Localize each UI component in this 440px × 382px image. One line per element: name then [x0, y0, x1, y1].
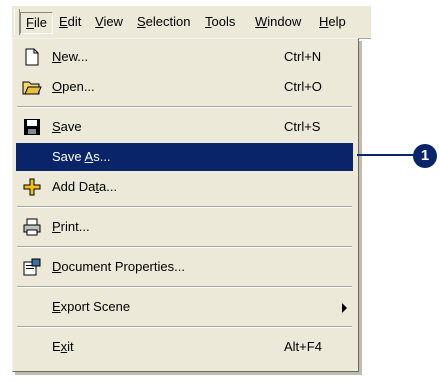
menu-item-export-scene[interactable]: Export Scene	[16, 293, 353, 321]
menu-item-label: Add Data...	[52, 179, 118, 194]
menu-selection-mnemonic: S	[137, 14, 146, 29]
menu-item-exit[interactable]: Exit Alt+F4	[16, 333, 353, 361]
menu-item-label: Save As...	[52, 149, 111, 164]
shortcut-label: Alt+F4	[284, 339, 322, 354]
menu-item-label: New...	[52, 49, 89, 64]
menu-item-label: Exit	[52, 339, 74, 354]
menu-edit-mnemonic: E	[59, 14, 68, 29]
menu-window-rest: indow	[267, 14, 302, 29]
menu-item-save-as[interactable]: Save As...	[16, 143, 353, 171]
menu-file-rest: ile	[33, 15, 47, 30]
menu-tools-rest: ools	[211, 14, 236, 29]
menu-item-save[interactable]: Save Ctrl+S	[16, 113, 353, 141]
menu-help-mnemonic: H	[319, 14, 329, 29]
menu-separator	[17, 106, 352, 108]
open-folder-icon	[22, 77, 42, 97]
menu-separator	[17, 286, 352, 288]
new-document-icon	[22, 47, 42, 67]
menu-item-label: Print...	[52, 219, 90, 234]
menu-item-label: Document Properties...	[52, 259, 185, 274]
save-disk-icon	[22, 117, 42, 137]
menu-edit-rest: dit	[67, 14, 82, 29]
menu-separator	[17, 246, 352, 248]
menu-item-add-data[interactable]: Add Data...	[16, 173, 353, 201]
menu-item-print[interactable]: Print...	[16, 213, 353, 241]
file-menu-dropdown: New... Ctrl+N Open... Ctrl+O Save Ctrl+S…	[12, 38, 359, 372]
menu-item-open[interactable]: Open... Ctrl+O	[16, 73, 353, 101]
menu-window-mnemonic: W	[255, 14, 268, 29]
add-data-icon	[22, 177, 42, 197]
menu-item-new[interactable]: New... Ctrl+N	[16, 43, 353, 71]
menu-selection-rest: election	[145, 14, 191, 29]
document-properties-icon	[22, 257, 42, 277]
shortcut-label: Ctrl+N	[284, 49, 322, 64]
menu-edit[interactable]: Edit	[54, 12, 86, 32]
menu-selection[interactable]: Selection	[132, 12, 195, 32]
menu-item-document-properties[interactable]: Document Properties...	[16, 253, 353, 281]
shortcut-label: Ctrl+O	[284, 79, 322, 94]
menu-file-mnemonic: F	[26, 15, 34, 30]
callout-number: 1	[413, 144, 437, 168]
menu-item-label: Save	[52, 119, 82, 134]
submenu-arrow-icon	[342, 303, 347, 313]
menu-help-rest: elp	[328, 14, 346, 29]
menu-window[interactable]: Window	[250, 12, 306, 32]
menu-help[interactable]: Help	[314, 12, 351, 32]
menu-view[interactable]: View	[90, 12, 128, 32]
printer-icon	[22, 217, 42, 237]
menu-bar: File Edit View Selection Tools Window He…	[12, 6, 371, 39]
callout-leader-line	[357, 154, 415, 156]
menu-separator	[17, 326, 352, 328]
shortcut-label: Ctrl+S	[284, 119, 321, 134]
menu-separator	[17, 206, 352, 208]
menu-file[interactable]: File	[20, 12, 53, 34]
menu-view-rest: iew	[103, 14, 123, 29]
menu-item-label: Export Scene	[52, 299, 131, 314]
menu-item-label: Open...	[52, 79, 95, 94]
menu-tools[interactable]: Tools	[200, 12, 240, 32]
